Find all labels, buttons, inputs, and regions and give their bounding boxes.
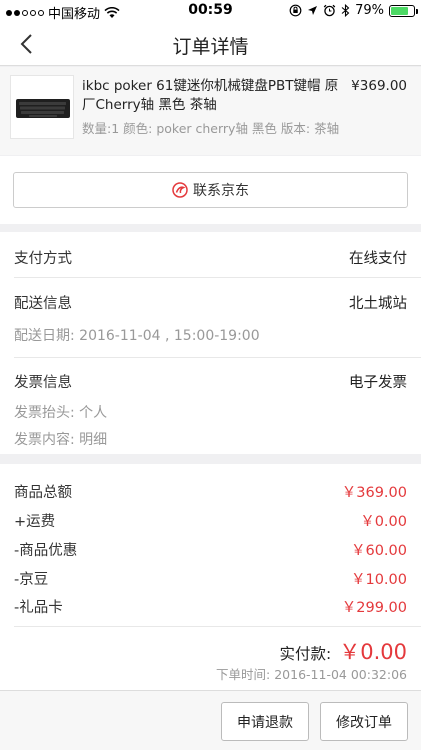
amount-value: ￥10.00: [350, 572, 407, 588]
contact-section: 联系京东: [0, 156, 421, 224]
location-icon: [308, 6, 318, 15]
refund-button[interactable]: 申请退款: [221, 702, 309, 741]
modify-order-button[interactable]: 修改订单: [320, 702, 408, 741]
footer-bar: 申请退款 修改订单: [0, 690, 421, 750]
battery-percent: 79%: [355, 3, 384, 18]
amount-label: -京豆: [14, 572, 49, 588]
battery-icon: [389, 4, 418, 17]
contact-jd-label: 联系京东: [193, 183, 249, 199]
order-info-section: 支付方式 在线支付 配送信息 北土城站 配送日期: 2016-11-04 , 1…: [0, 232, 421, 454]
amount-label: -礼品卡: [14, 600, 63, 616]
paid-amount: 实付款: ￥0.00: [280, 636, 408, 666]
delivery-label: 配送信息: [14, 296, 72, 312]
invoice-content: 发票内容: 明细: [14, 432, 108, 448]
status-right: 79%: [289, 3, 418, 18]
alarm-icon: [323, 4, 336, 17]
keyboard-image: [16, 99, 70, 118]
invoice-label: 发票信息: [14, 375, 72, 391]
jd-logo-icon: [172, 182, 188, 198]
divider: [14, 277, 421, 278]
order-time: 下单时间: 2016-11-04 00:32:06: [216, 667, 407, 682]
amount-label: +运费: [14, 514, 56, 530]
amount-label: -商品优惠: [14, 543, 78, 559]
payment-label: 支付方式: [14, 251, 72, 267]
page-title: 订单详情: [172, 36, 249, 58]
paid-value: ￥0.00: [339, 640, 407, 664]
divider: [14, 357, 421, 358]
invoice-value: 电子发票: [349, 375, 407, 391]
paid-label: 实付款:: [279, 645, 332, 663]
product-price: ¥369.00: [351, 78, 407, 94]
payment-value: 在线支付: [349, 251, 407, 267]
amount-value: ￥0.00: [360, 514, 407, 530]
amount-section: 商品总额 ￥369.00 +运费 ￥0.00 -商品优惠 ￥60.00 -京豆 …: [0, 464, 421, 690]
amount-value: ￥369.00: [341, 485, 407, 501]
rotation-lock-icon: [289, 4, 302, 17]
product-image: [10, 75, 74, 139]
product-card[interactable]: ikbc poker 61键迷你机械键盘PBT键帽 原厂Cherry轴 黑色 茶…: [0, 67, 421, 155]
amount-value: ￥299.00: [341, 600, 407, 616]
battery-fill: [391, 6, 409, 15]
product-name: ikbc poker 61键迷你机械键盘PBT键帽 原厂Cherry轴 黑色 茶…: [82, 78, 339, 113]
nav-bar: 订单详情: [0, 22, 421, 66]
divider: [14, 626, 421, 627]
amount-value: ￥60.00: [350, 543, 407, 559]
amount-label: 商品总额: [14, 485, 72, 501]
delivery-value: 北土城站: [349, 296, 407, 312]
status-bar: 中国移动 00:59 79%: [0, 0, 421, 22]
contact-jd-button[interactable]: 联系京东: [13, 172, 408, 208]
bluetooth-icon: [341, 4, 350, 17]
invoice-title: 发票抬头: 个人: [14, 405, 108, 421]
product-spec: 数量:1 颜色: poker cherry轴 黑色 版本: 茶轴: [82, 121, 340, 136]
delivery-date: 配送日期: 2016-11-04 , 15:00-19:00: [14, 328, 260, 344]
